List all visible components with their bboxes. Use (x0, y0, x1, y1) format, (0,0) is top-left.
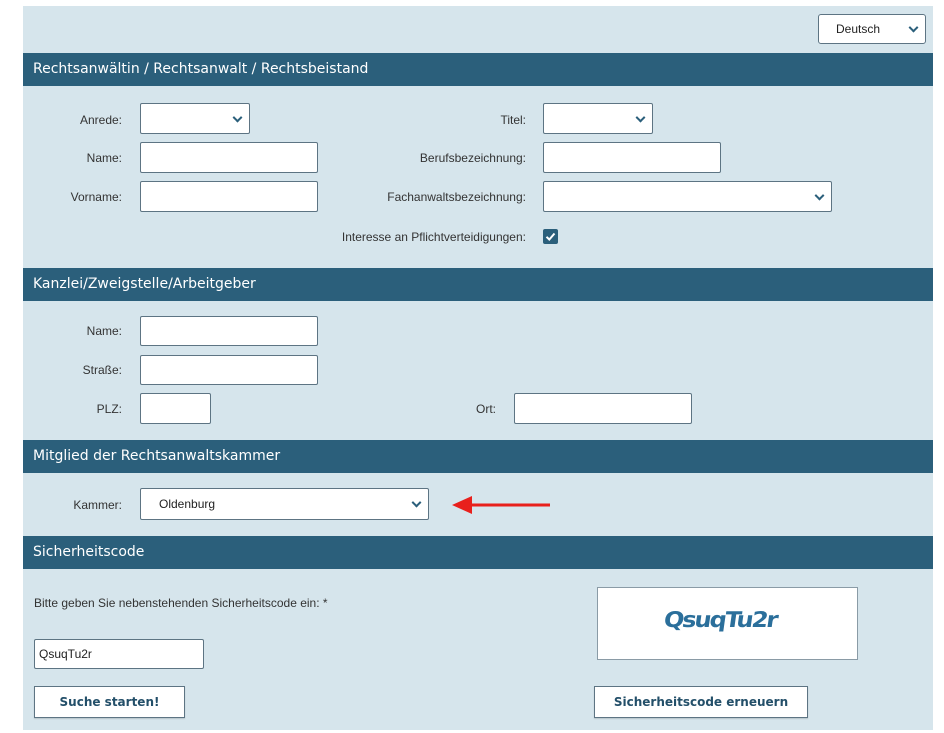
name-label: Name: (86, 151, 122, 165)
vorname-label: Vorname: (70, 190, 122, 204)
name-input[interactable] (140, 142, 318, 173)
strasse-input[interactable] (140, 355, 318, 385)
berufsbezeichnung-input[interactable] (543, 142, 721, 173)
anrede-select[interactable] (140, 103, 250, 134)
section-header-security: Sicherheitscode (23, 536, 933, 569)
security-prompt: Bitte geben Sie nebenstehenden Sicherhei… (34, 596, 328, 610)
chevron-down-icon (232, 112, 243, 123)
section-header-lawyer: Rechtsanwältin / Rechtsanwalt / Rechtsbe… (23, 53, 933, 86)
berufsbezeichnung-label: Berufsbezeichnung: (419, 151, 526, 165)
office-name-label: Name: (86, 324, 122, 338)
fachanwalt-select[interactable] (543, 181, 832, 212)
red-arrow-annotation (452, 496, 550, 514)
titel-label: Titel: (500, 113, 526, 127)
language-select[interactable]: Deutsch (818, 14, 926, 44)
ort-label: Ort: (476, 402, 496, 416)
section-header-chamber: Mitglied der Rechtsanwaltskammer (23, 440, 933, 473)
vorname-input[interactable] (140, 181, 318, 212)
captcha-image: QsuqTu2r (597, 587, 858, 660)
plz-input[interactable] (140, 393, 211, 424)
kammer-label: Kammer: (73, 498, 122, 512)
kammer-select-value: Oldenburg (159, 497, 216, 511)
chevron-down-icon (411, 497, 422, 508)
security-code-input[interactable] (34, 639, 204, 669)
titel-select[interactable] (543, 103, 653, 134)
chevron-down-icon (635, 112, 646, 123)
search-button[interactable]: Suche starten! (34, 686, 185, 718)
pflicht-checkbox[interactable] (543, 229, 558, 244)
language-select-value: Deutsch (836, 22, 881, 36)
chevron-down-icon (814, 190, 825, 201)
plz-label: PLZ: (96, 402, 122, 416)
strasse-label: Straße: (82, 363, 122, 377)
kammer-select[interactable]: Oldenburg (140, 488, 429, 520)
anrede-label: Anrede: (79, 113, 122, 127)
ort-input[interactable] (514, 393, 692, 424)
office-name-input[interactable] (140, 316, 318, 346)
chevron-down-icon (908, 22, 919, 33)
renew-captcha-button[interactable]: Sicherheitscode erneuern (594, 686, 808, 718)
fachanwalt-label: Fachanwaltsbezeichnung: (387, 190, 526, 204)
checkmark-icon (545, 232, 556, 241)
captcha-text: QsuqTu2r (662, 607, 779, 633)
pflicht-label: Interesse an Pflichtverteidigungen: (341, 230, 526, 244)
section-header-office: Kanzlei/Zweigstelle/Arbeitgeber (23, 268, 933, 301)
